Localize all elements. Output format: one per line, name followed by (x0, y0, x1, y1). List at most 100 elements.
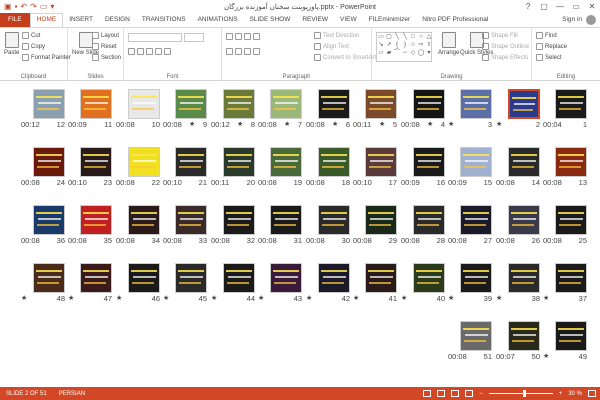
slide-thumbnail[interactable]: ★ 46 (116, 263, 160, 305)
language-indicator[interactable]: PERSIAN (59, 391, 85, 397)
slide-thumbnail[interactable]: ★ 43 (258, 263, 302, 305)
slide-preview[interactable] (555, 205, 587, 235)
tab-review[interactable]: REVIEW (296, 13, 334, 27)
slide-preview[interactable] (175, 147, 207, 177)
tab-fileminimizer[interactable]: FILEminimizer (363, 13, 417, 27)
slide-thumbnail[interactable]: 00:09 11 (68, 89, 112, 131)
sign-in-link[interactable]: Sign in (562, 13, 582, 27)
slide-thumbnail[interactable]: 00:08 ★ 7 (258, 89, 302, 131)
slide-thumbnail[interactable]: 00:07 50 (496, 321, 540, 363)
slide-thumbnail[interactable]: 00:11 20 (211, 147, 255, 189)
slide-thumbnail[interactable]: ★ 45 (163, 263, 207, 305)
animation-star-icon[interactable]: ★ (448, 120, 454, 128)
slide-preview[interactable] (128, 205, 160, 235)
slide-preview[interactable] (413, 147, 445, 177)
line-shape-icon[interactable]: ╲ (401, 33, 409, 41)
slide-thumbnail[interactable]: 00:08 25 (543, 205, 587, 247)
reset-button[interactable]: Reset (92, 43, 117, 50)
animation-star-icon[interactable]: ★ (543, 294, 549, 302)
animation-star-icon[interactable]: ★ (496, 294, 502, 302)
slide-thumbnail[interactable]: ★ 37 (543, 263, 587, 305)
slide-preview[interactable] (80, 263, 112, 293)
slide-thumbnail[interactable]: 00:08 26 (496, 205, 540, 247)
slide-preview[interactable] (223, 263, 255, 293)
slide-thumbnail[interactable]: 00:08 24 (21, 147, 65, 189)
animation-star-icon[interactable]: ★ (401, 294, 407, 302)
slide-thumbnail[interactable]: ★ 38 (496, 263, 540, 305)
shape-fill-button[interactable]: Shape Fill (482, 32, 518, 39)
slide-preview[interactable] (365, 263, 397, 293)
arrange-button[interactable]: Arrange (438, 32, 459, 56)
list-buttons[interactable] (226, 33, 260, 40)
slide-preview[interactable] (460, 321, 492, 351)
slide-preview[interactable] (270, 89, 302, 119)
slide-preview[interactable] (223, 205, 255, 235)
align-text-button[interactable]: Align Text (314, 43, 349, 50)
section-button[interactable]: Section (92, 54, 121, 61)
animation-star-icon[interactable]: ★ (189, 120, 195, 128)
brace-shape-icon[interactable]: { (393, 41, 401, 49)
slide-preview[interactable] (460, 263, 492, 293)
maximize-button[interactable]: ▭ (568, 0, 584, 13)
slide-thumbnail[interactable]: ★ 2 (496, 89, 540, 131)
slide-thumbnail[interactable]: 00:08 31 (258, 205, 302, 247)
slide-preview[interactable] (555, 263, 587, 293)
cut-button[interactable]: Cut (22, 32, 40, 39)
animation-star-icon[interactable]: ★ (237, 120, 243, 128)
slide-thumbnail[interactable]: 00:08 14 (496, 147, 540, 189)
slide-preview[interactable] (318, 263, 350, 293)
animation-star-icon[interactable]: ★ (284, 120, 290, 128)
animation-star-icon[interactable]: ★ (379, 120, 385, 128)
slide-preview[interactable] (413, 263, 445, 293)
slide-preview[interactable] (508, 321, 540, 351)
shapes-gallery[interactable]: ▭ ▢ ╲ ╲ □ ○ △ ↘ ↗{} ☆ ⇨ ⇧ ▱ ▰ ⌒ ∽ ◇ ◯ ▾ (376, 32, 432, 62)
slide-preview[interactable] (508, 89, 540, 119)
slide-preview[interactable] (270, 147, 302, 177)
star-shape-icon[interactable]: ☆ (409, 41, 417, 49)
slide-preview[interactable] (555, 89, 587, 119)
animation-star-icon[interactable]: ★ (163, 294, 169, 302)
slide-thumbnail[interactable]: 00:08 22 (116, 147, 160, 189)
slide-preview[interactable] (80, 205, 112, 235)
help-button[interactable]: ? (520, 0, 536, 13)
font-name-combo[interactable] (128, 33, 182, 42)
slide-thumbnail[interactable]: 00:08 36 (21, 205, 65, 247)
animation-star-icon[interactable]: ★ (68, 294, 74, 302)
arrow-shape-icon[interactable]: ↘ (377, 41, 385, 49)
slide-preview[interactable] (270, 205, 302, 235)
close-button[interactable]: ✕ (584, 0, 600, 13)
arrow-shape-icon[interactable]: ⇧ (425, 41, 433, 49)
shape-effects-button[interactable]: Shape Effects (482, 54, 528, 61)
slide-thumbnail[interactable]: ★ 40 (401, 263, 445, 305)
slide-thumbnail[interactable]: 00:08 10 (116, 89, 160, 131)
slide-thumbnail[interactable]: 00:08 27 (448, 205, 492, 247)
tab-view[interactable]: VIEW (334, 13, 363, 27)
slide-preview[interactable] (555, 147, 587, 177)
triangle-shape-icon[interactable]: △ (425, 33, 433, 41)
animation-star-icon[interactable]: ★ (306, 294, 312, 302)
slide-thumbnail[interactable]: 00:08 ★ 9 (163, 89, 207, 131)
animation-star-icon[interactable]: ★ (21, 294, 27, 302)
slide-preview[interactable] (365, 205, 397, 235)
slide-preview[interactable] (33, 263, 65, 293)
zoom-slider-thumb[interactable] (522, 390, 526, 397)
animation-star-icon[interactable]: ★ (258, 294, 264, 302)
format-painter-button[interactable]: Format Painter (22, 54, 71, 61)
slide-preview[interactable] (508, 147, 540, 177)
slide-thumbnail[interactable]: 00:08 34 (116, 205, 160, 247)
slide-preview[interactable] (175, 89, 207, 119)
tab-transitions[interactable]: TRANSITIONS (136, 13, 192, 27)
slide-preview[interactable] (33, 89, 65, 119)
slideshow-view-icon[interactable] (465, 390, 474, 397)
avatar[interactable] (586, 15, 596, 25)
tab-file[interactable]: FILE (0, 13, 30, 27)
slide-preview[interactable] (33, 205, 65, 235)
brace-shape-icon[interactable]: } (401, 41, 409, 49)
tab-animations[interactable]: ANIMATIONS (192, 13, 244, 27)
minimize-button[interactable]: — (552, 0, 568, 13)
slide-preview[interactable] (460, 89, 492, 119)
slide-preview[interactable] (318, 147, 350, 177)
animation-star-icon[interactable]: ★ (211, 294, 217, 302)
replace-button[interactable]: Replace (536, 43, 567, 50)
slide-thumbnail[interactable]: 00:08 ★ 6 (306, 89, 350, 131)
